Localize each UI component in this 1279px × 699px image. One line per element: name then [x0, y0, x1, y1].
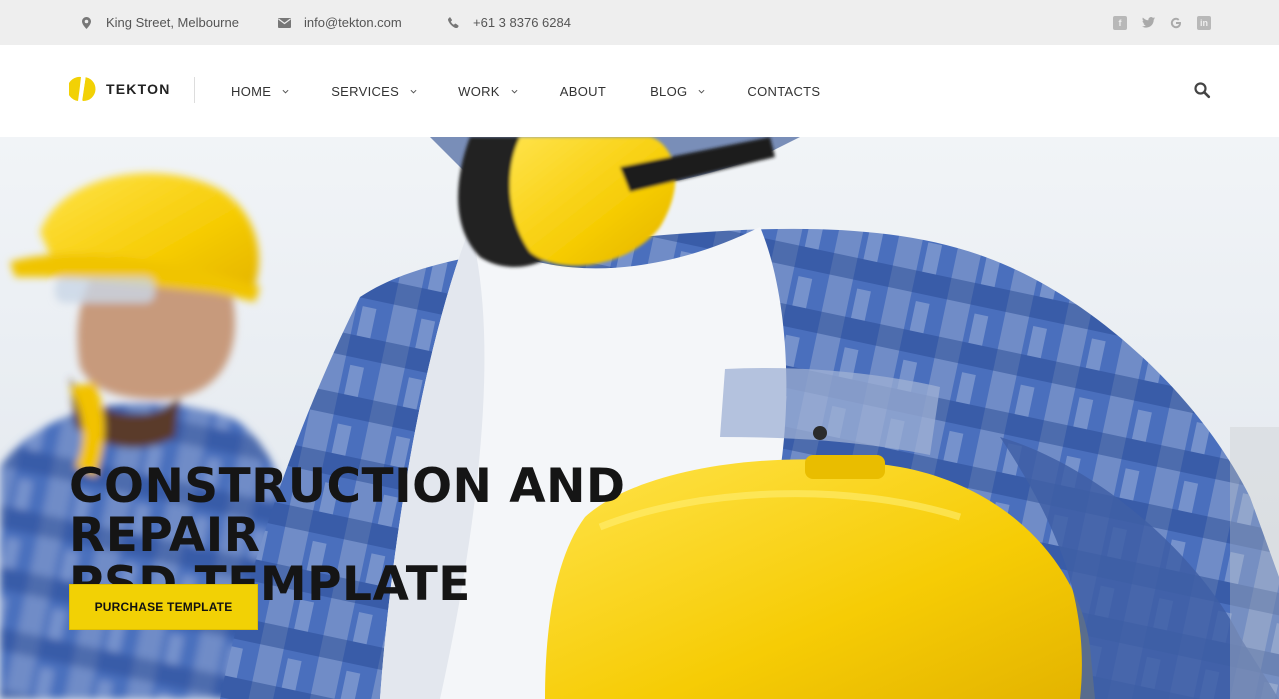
facebook-icon[interactable]: f [1113, 15, 1127, 30]
nav-about-label: ABOUT [559, 83, 607, 99]
nav-item-home[interactable]: HOME [231, 84, 289, 99]
address-contact: King Street, Melbourne [78, 0, 239, 45]
nav-item-contacts[interactable]: CONTACTS [747, 84, 820, 99]
nav-home-label: HOME [231, 83, 272, 99]
logo-divider [194, 77, 195, 103]
nav-item-work[interactable]: WORK [458, 84, 518, 99]
chevron-down-icon [511, 89, 518, 94]
nav-work-label: WORK [458, 83, 500, 99]
phone-text[interactable]: +61 3 8376 6284 [473, 15, 571, 30]
phone-contact[interactable]: +61 3 8376 6284 [445, 0, 571, 45]
email-contact[interactable]: info@tekton.com [276, 0, 402, 45]
google-icon[interactable] [1169, 16, 1183, 30]
main-nav: HOME SERVICES WORK ABOUT BLOG CONTACTS [231, 45, 820, 137]
logo-mark-icon [69, 76, 96, 102]
chevron-down-icon [698, 89, 705, 94]
phone-icon [445, 17, 461, 28]
brand-name: TEKTON [106, 81, 171, 97]
nav-blog-label: BLOG [650, 83, 688, 99]
nav-item-blog[interactable]: BLOG [650, 84, 705, 99]
nav-services-label: SERVICES [331, 83, 400, 99]
map-pin-icon [78, 16, 94, 29]
hero-title-line1: CONSTRUCTION AND REPAIR [69, 459, 626, 563]
address-text: King Street, Melbourne [106, 15, 239, 30]
chevron-down-icon [410, 89, 417, 94]
chevron-down-icon [282, 89, 289, 94]
nav-item-services[interactable]: SERVICES [331, 84, 417, 99]
search-icon[interactable] [1193, 81, 1211, 99]
nav-item-about[interactable]: ABOUT [560, 84, 606, 99]
social-links: f in [1113, 0, 1211, 45]
nav-contacts-label: CONTACTS [747, 83, 821, 99]
envelope-icon [276, 17, 292, 28]
brand-logo[interactable]: TEKTON [69, 75, 171, 103]
purchase-template-button[interactable]: PURCHASE TEMPLATE [69, 584, 258, 630]
main-header: TEKTON HOME SERVICES WORK ABOUT BLOG CON… [0, 45, 1279, 137]
linkedin-icon[interactable]: in [1197, 15, 1211, 30]
email-text[interactable]: info@tekton.com [304, 15, 402, 30]
twitter-icon[interactable] [1141, 16, 1155, 30]
hero-banner: CONSTRUCTION AND REPAIR PSD TEMPLATE PUR… [0, 137, 1279, 699]
top-bar: King Street, Melbourne info@tekton.com +… [0, 0, 1279, 45]
